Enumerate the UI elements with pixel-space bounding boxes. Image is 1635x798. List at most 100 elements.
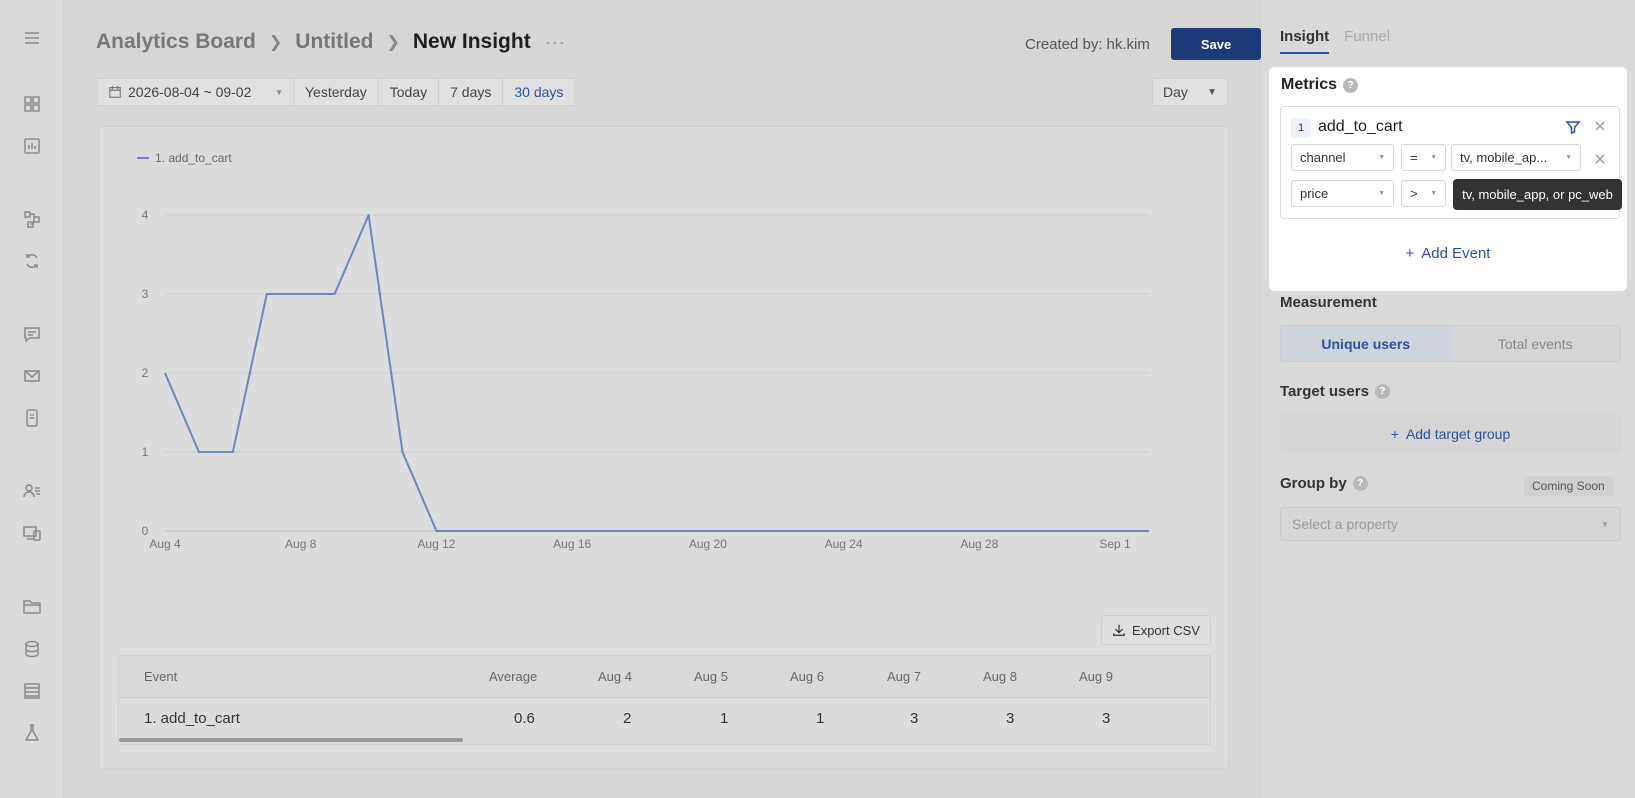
more-options-icon[interactable]: ··· xyxy=(545,32,566,53)
user-list-icon[interactable] xyxy=(22,481,42,501)
date-range-picker[interactable]: 2026-08-04 ~ 09-02 ▼ xyxy=(97,78,294,106)
table-list-icon[interactable] xyxy=(22,681,42,701)
filter-2-property-select[interactable]: price ▼ xyxy=(1291,180,1394,207)
left-nav-rail xyxy=(0,0,64,798)
filter-1-property-select[interactable]: channel ▼ xyxy=(1291,144,1394,171)
hamburger-menu-icon[interactable] xyxy=(22,28,42,48)
td-average: 0.6 xyxy=(514,710,535,727)
y-tick-label: 3 xyxy=(142,287,149,301)
chevron-right-icon: ❯ xyxy=(268,34,283,51)
filter-1-value-select[interactable]: tv, mobile_ap... ▼ xyxy=(1451,144,1581,171)
panel-tabs: Insight Funnel xyxy=(1280,28,1390,54)
th-aug-5: Aug 5 xyxy=(694,669,728,684)
caret-down-icon: ▼ xyxy=(1430,190,1437,197)
td-aug-8: 3 xyxy=(1006,710,1015,727)
y-tick-label: 4 xyxy=(142,208,149,222)
table-header-row: Event Average Aug 4 Aug 5 Aug 6 Aug 7 Au… xyxy=(119,656,1210,698)
tab-funnel[interactable]: Funnel xyxy=(1344,28,1390,54)
created-by-label: Created by: xyxy=(1025,36,1103,53)
filter-1-value: tv, mobile_ap... xyxy=(1460,150,1548,165)
plus-icon: + xyxy=(1390,426,1399,442)
x-tick-label: Aug 28 xyxy=(960,537,998,551)
dashboard-icon[interactable] xyxy=(22,94,42,114)
preset-today[interactable]: Today xyxy=(377,78,440,106)
group-by-title-text: Group by xyxy=(1280,475,1347,492)
filter-2-operator-select[interactable]: > ▼ xyxy=(1401,180,1446,207)
target-users-title: Target users ? xyxy=(1280,383,1390,400)
breadcrumb-untitled[interactable]: Untitled xyxy=(295,30,373,54)
td-aug-5: 1 xyxy=(720,710,729,727)
granularity-select[interactable]: Day ▼ xyxy=(1152,78,1228,106)
add-event-label: Add Event xyxy=(1421,244,1491,262)
mobile-icon[interactable] xyxy=(22,408,42,428)
property-placeholder: Select a property xyxy=(1292,516,1398,532)
metrics-title-text: Metrics xyxy=(1281,76,1338,93)
tab-insight[interactable]: Insight xyxy=(1280,28,1330,54)
preset-yesterday[interactable]: Yesterday xyxy=(293,78,379,106)
filter-1-operator: = xyxy=(1410,150,1418,165)
group-by-property-select[interactable]: Select a property ▼ xyxy=(1280,507,1621,541)
group-by-title: Group by ? xyxy=(1280,475,1368,492)
preset-7-days[interactable]: 7 days xyxy=(438,78,504,106)
option-unique-users[interactable]: Unique users xyxy=(1281,326,1451,361)
value-tooltip: tv, mobile_app, or pc_web xyxy=(1453,179,1622,210)
th-average: Average xyxy=(489,669,538,684)
add-event-button[interactable]: + Add Event xyxy=(1269,231,1627,275)
th-aug-8: Aug 8 xyxy=(983,669,1017,684)
database-icon[interactable] xyxy=(22,639,42,659)
refresh-cycle-icon[interactable] xyxy=(22,251,42,271)
x-tick-label: Aug 24 xyxy=(825,537,863,551)
caret-down-icon: ▼ xyxy=(1378,190,1385,197)
preset-30-days[interactable]: 30 days xyxy=(502,78,576,106)
help-icon[interactable]: ? xyxy=(1374,384,1390,399)
calendar-icon xyxy=(109,85,121,98)
event-card: 1 add_to_cart channel ▼ = ▼ tv, mobile_ap.… xyxy=(1280,106,1622,219)
save-button[interactable]: Save xyxy=(1171,28,1261,60)
add-target-group-label: Add target group xyxy=(1405,426,1511,442)
table-row[interactable]: 1. add_to_cart 0.6 2 1 1 3 3 3 xyxy=(119,698,1210,740)
devices-icon[interactable] xyxy=(22,523,42,543)
x-tick-label: Aug 4 xyxy=(149,537,181,551)
folder-icon[interactable] xyxy=(22,597,42,617)
y-tick-label: 1 xyxy=(142,445,149,459)
page-title[interactable]: New Insight xyxy=(413,30,531,54)
flow-icon[interactable] xyxy=(22,209,42,229)
caret-down-icon: ▼ xyxy=(1601,519,1609,529)
help-icon[interactable]: ? xyxy=(1343,77,1359,93)
caret-down-icon: ▼ xyxy=(1565,154,1572,161)
filter-2-operator: > xyxy=(1410,186,1418,201)
filter-2-property: price xyxy=(1300,186,1329,201)
plus-icon: + xyxy=(1405,244,1415,262)
filter-1-property: channel xyxy=(1300,150,1346,165)
event-name[interactable]: add_to_cart xyxy=(1318,118,1403,136)
remove-event-icon[interactable] xyxy=(1593,119,1607,133)
mail-icon[interactable] xyxy=(22,366,42,386)
horizontal-scrollbar[interactable] xyxy=(119,738,463,742)
caret-down-icon: ▼ xyxy=(1378,154,1385,161)
x-tick-label: Aug 12 xyxy=(417,537,455,551)
filter-icon[interactable] xyxy=(1565,119,1581,135)
td-event: 1. add_to_cart xyxy=(144,710,240,727)
th-aug-7: Aug 7 xyxy=(887,669,921,684)
export-csv-button[interactable]: Export CSV xyxy=(1101,615,1211,645)
th-aug-4: Aug 4 xyxy=(598,669,632,684)
x-tick-label: Aug 20 xyxy=(689,537,727,551)
add-target-group-button[interactable]: + Add target group xyxy=(1280,414,1621,454)
help-icon[interactable]: ? xyxy=(1352,476,1368,491)
th-aug-6: Aug 6 xyxy=(790,669,824,684)
report-icon[interactable] xyxy=(22,136,42,156)
message-icon[interactable] xyxy=(22,324,42,344)
td-aug-7: 3 xyxy=(910,710,919,727)
legend-label: 1. add_to_cart xyxy=(155,151,232,165)
measurement-title: Measurement xyxy=(1280,294,1377,311)
filter-1-operator-select[interactable]: = ▼ xyxy=(1401,144,1446,171)
lab-flask-icon[interactable] xyxy=(22,723,42,743)
td-aug-6: 1 xyxy=(816,710,825,727)
breadcrumb-analytics-board[interactable]: Analytics Board xyxy=(96,30,256,54)
td-aug-9: 3 xyxy=(1102,710,1111,727)
event-index: 1 xyxy=(1291,118,1311,138)
created-by-user: hk.kim xyxy=(1106,36,1150,53)
remove-filter-icon[interactable] xyxy=(1593,152,1607,166)
option-total-events[interactable]: Total events xyxy=(1451,326,1621,361)
date-filter-bar: 2026-08-04 ~ 09-02 ▼ Yesterday Today 7 d… xyxy=(97,78,576,106)
